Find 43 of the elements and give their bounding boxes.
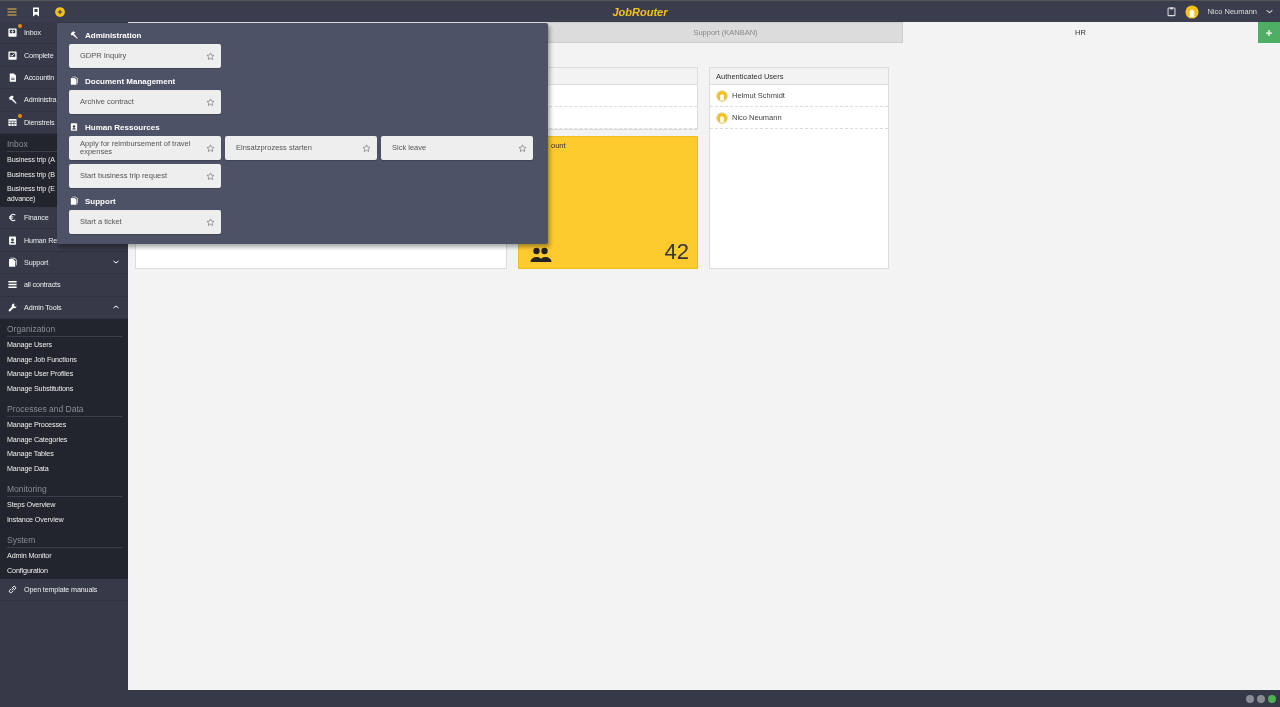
star-icon [206,171,215,181]
plus-icon [1265,28,1273,37]
star-icon [206,51,215,61]
bookmark-button[interactable] [30,5,42,18]
section-heading: Organization [7,320,122,337]
star-icon [206,217,215,227]
menu-icon [6,5,18,18]
pages-icon [69,196,79,206]
list-icon [7,279,18,291]
id-badge-icon [7,234,18,246]
calendar-grid-icon [7,116,18,128]
avatar-icon [716,111,728,124]
avatar-icon [1185,4,1200,19]
inbox-tray-icon [7,27,18,39]
id-badge-icon [69,122,79,132]
section-heading: Monitoring [7,480,122,497]
star-icon [206,97,215,107]
star-icon [206,143,215,153]
bookmark-icon [30,5,42,18]
counter-value: 42 [664,241,689,263]
wrench-icon [7,301,18,313]
section-heading: System [7,531,122,548]
hammer-icon [7,94,18,106]
star-icon [518,143,527,153]
group-heading: Human Ressources [85,122,160,132]
euro-icon [7,212,18,224]
group-heading: Support [85,196,116,206]
logo: JobRouter [612,5,668,18]
section-heading: Processes and Data [7,400,122,417]
star-icon [362,143,371,153]
people-icon [529,247,553,263]
pages-icon [7,256,18,268]
pages-icon [69,76,79,86]
document-icon [7,71,18,83]
chevron-down-icon [1265,7,1274,16]
link-icon [7,584,18,596]
add-circle-icon [54,5,66,18]
clipboard-icon [1166,6,1178,17]
hammer-icon [69,30,79,40]
group-heading: Administration [85,30,142,40]
group-heading: Document Management [85,76,176,86]
checkbox-icon [7,49,18,61]
avatar-icon [716,89,728,102]
